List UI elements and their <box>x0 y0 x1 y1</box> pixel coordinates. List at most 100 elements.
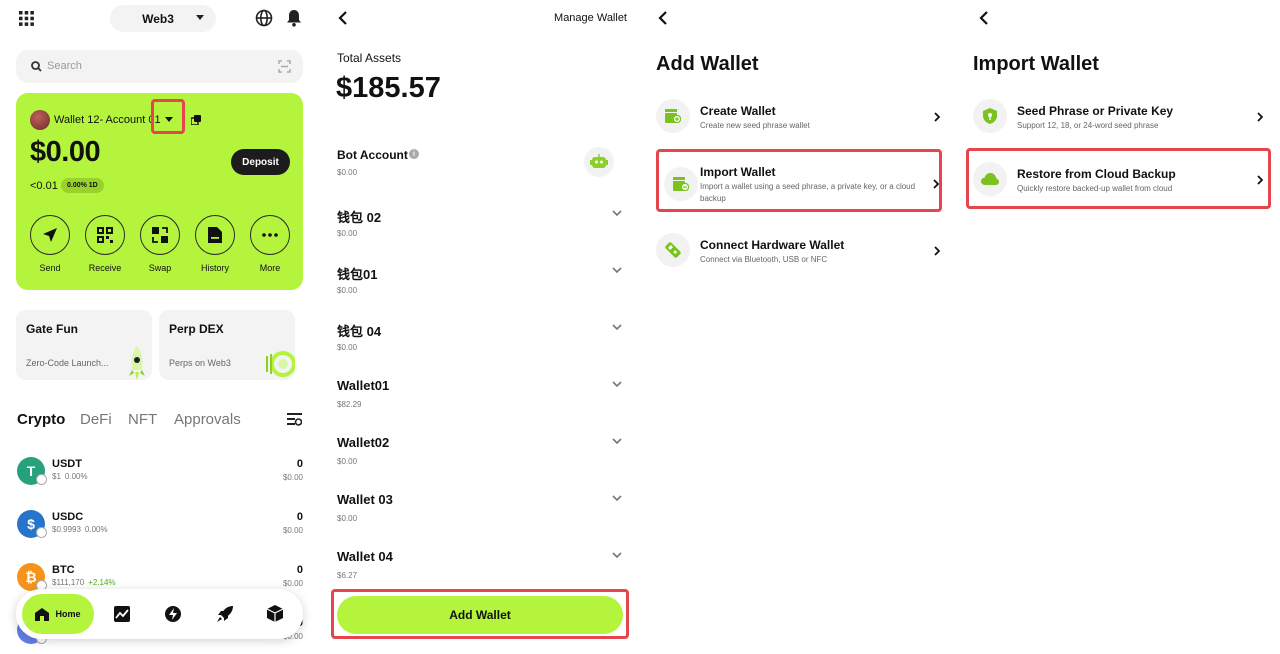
chevron-down-icon[interactable] <box>612 552 622 558</box>
coin-price: $1 <box>52 472 61 481</box>
send-button[interactable] <box>30 215 70 255</box>
page-title: Manage Wallet <box>554 12 627 24</box>
wallet-plus-icon <box>656 99 690 133</box>
nav-home-label: Home <box>55 609 81 619</box>
nav-home[interactable]: Home <box>22 594 94 634</box>
swap-label: Swap <box>148 263 172 273</box>
cube-icon[interactable] <box>267 605 283 622</box>
total-assets-value: $185.57 <box>336 72 441 104</box>
coin-usd-value: $0.00 <box>282 526 303 535</box>
rocket-icon <box>127 346 147 380</box>
option-title: Import Wallet <box>700 165 776 179</box>
coin-symbol: USDT <box>52 458 82 470</box>
chain-badge-icon <box>36 527 47 538</box>
gate-fun-subtitle: Zero-Code Launch... <box>26 358 109 368</box>
wallet-balance: $0.00 <box>337 457 358 466</box>
coin-change: 0.00% <box>64 472 88 481</box>
scan-icon[interactable] <box>278 60 291 73</box>
network-label: Web3 <box>142 11 174 26</box>
bell-icon[interactable] <box>286 9 302 27</box>
tab-crypto[interactable]: Crypto <box>17 411 65 428</box>
back-arrow-icon[interactable] <box>338 11 347 25</box>
cloud-icon <box>973 162 1007 196</box>
option-title: Connect Hardware Wallet <box>700 238 845 252</box>
swap-button[interactable] <box>140 215 180 255</box>
option-subtitle: Support 12, 18, or 24-word seed phrase <box>1017 121 1159 130</box>
wallet-balance: $0.00 <box>337 286 358 295</box>
history-label: History <box>200 263 229 273</box>
wallet-import-icon <box>664 167 698 201</box>
wallet-name: Wallet01 <box>337 378 390 393</box>
globe-icon[interactable] <box>255 9 273 27</box>
swap-icon <box>152 227 168 243</box>
chevron-down-icon[interactable] <box>612 267 622 273</box>
more-label: More <box>259 263 281 273</box>
tab-defi[interactable]: DeFi <box>80 411 112 428</box>
wallet-name: 钱包 04 <box>337 324 382 339</box>
chevron-down-icon[interactable] <box>612 495 622 501</box>
filter-settings-icon[interactable] <box>287 413 302 427</box>
bot-account-name[interactable]: Bot Account <box>337 148 408 162</box>
receive-label: Receive <box>88 263 122 273</box>
wallet-balance: $0.00 <box>337 343 358 352</box>
perp-dex-subtitle: Perps on Web3 <box>169 358 231 368</box>
back-arrow-icon[interactable] <box>979 11 988 25</box>
option-subtitle: Connect via Bluetooth, USB or NFC <box>700 255 828 264</box>
wallet-balance: $6.27 <box>337 571 358 580</box>
more-button[interactable] <box>250 215 290 255</box>
account-name[interactable]: Wallet 12- Account 01 <box>54 114 161 126</box>
coin-price-row: $111,170 +2.14% <box>52 578 116 587</box>
home-screen: Web3 Search Wallet 12- Account 01 $0.00 … <box>0 0 320 654</box>
tab-approvals[interactable]: Approvals <box>174 411 241 428</box>
wallet-name: Wallet 03 <box>337 492 393 507</box>
apps-grid-icon[interactable] <box>19 11 34 26</box>
coin-change: 0.00% <box>84 525 108 534</box>
chain-badge-icon <box>36 474 47 485</box>
coin-usd-value: $0.00 <box>282 473 303 482</box>
tab-nft[interactable]: NFT <box>128 411 157 428</box>
option-subtitle: Create new seed phrase wallet <box>700 121 810 130</box>
receive-button[interactable] <box>85 215 125 255</box>
chevron-right-icon <box>934 112 940 122</box>
flash-icon[interactable] <box>165 606 181 622</box>
robot-icon <box>584 147 614 177</box>
chevron-right-icon <box>1257 112 1263 122</box>
network-selector[interactable]: Web3 <box>110 5 216 32</box>
avatar[interactable] <box>30 110 50 130</box>
deposit-button[interactable]: Deposit <box>231 149 290 175</box>
perp-logo-icon <box>265 350 295 378</box>
coin-price-row: $1 0.00% <box>52 472 88 481</box>
balance-sub: <0.01 <box>30 180 58 192</box>
wallet-row[interactable] <box>336 260 626 304</box>
chevron-down-icon[interactable] <box>612 438 622 444</box>
search-icon <box>31 61 42 72</box>
copy-icon[interactable] <box>191 115 201 125</box>
total-assets-label: Total Assets <box>337 51 402 65</box>
info-icon[interactable]: i <box>409 149 419 159</box>
coin-amount: 0 <box>296 564 303 576</box>
coin-amount: 0 <box>296 511 303 523</box>
chevron-down-icon[interactable] <box>612 324 622 330</box>
chevron-down-icon[interactable] <box>612 381 622 387</box>
home-icon <box>35 607 50 621</box>
send-label: Send <box>39 263 61 273</box>
history-button[interactable] <box>195 215 235 255</box>
wallet-name: 钱包 02 <box>337 210 382 225</box>
manage-wallet-screen: Manage Wallet Total Assets $185.57 Bot A… <box>320 0 640 654</box>
change-badge: 0.00% 1D <box>61 178 104 193</box>
chevron-down-icon[interactable] <box>612 210 622 216</box>
rocket-nav-icon[interactable] <box>217 605 234 622</box>
coin-usd-value: $0.00 <box>282 579 303 588</box>
coin-symbol: USDC <box>52 511 84 523</box>
import-wallet-screen: Import Wallet Seed Phrase or Private Key… <box>960 0 1280 654</box>
back-arrow-icon[interactable] <box>658 11 667 25</box>
coin-symbol: BTC <box>52 564 75 576</box>
chart-icon[interactable] <box>114 606 130 622</box>
caret-down-icon[interactable] <box>165 117 173 123</box>
caret-down-icon <box>196 15 204 21</box>
chevron-right-icon <box>934 246 940 256</box>
perp-dex-title: Perp DEX <box>169 322 224 336</box>
coin-price: $0.9993 <box>52 525 81 534</box>
add-wallet-button[interactable]: Add Wallet <box>337 596 623 634</box>
shield-key-icon <box>973 99 1007 133</box>
